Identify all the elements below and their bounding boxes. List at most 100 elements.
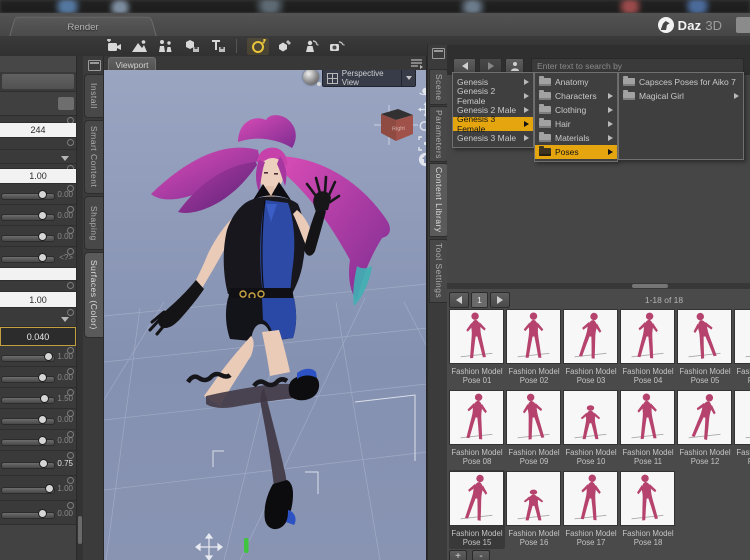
zoom-in-button[interactable]: + — [449, 550, 467, 560]
save-support-asset-icon[interactable] — [206, 38, 228, 55]
zoom-out-button[interactable]: - — [472, 550, 490, 560]
param-slider[interactable]: 1.50 — [0, 388, 76, 409]
viewport-tab[interactable]: Viewport — [108, 57, 156, 71]
param-value-field[interactable]: 1.00 — [0, 292, 76, 308]
prev-page-button[interactable] — [449, 292, 469, 308]
add-figures-icon[interactable] — [154, 38, 176, 55]
pose-item[interactable]: Fashion ModelPose 05 — [677, 308, 733, 387]
slider-handle[interactable] — [45, 484, 54, 493]
param-value-field[interactable]: 1.00 — [0, 169, 76, 184]
slider-handle[interactable] — [38, 253, 47, 262]
slider-handle[interactable] — [38, 415, 47, 424]
param-slider[interactable]: <?> — [0, 247, 76, 268]
panel-button-band[interactable] — [0, 72, 76, 92]
param-slider[interactable]: 0.00 — [0, 226, 76, 247]
pose-item[interactable]: Fashion ModelPose 11 — [620, 389, 676, 468]
tab-scene[interactable]: Scene — [429, 69, 449, 105]
save-asset-icon[interactable] — [180, 38, 202, 55]
param-slider[interactable]: 0.00 — [0, 430, 76, 451]
tab-surfaces-color[interactable]: Surfaces (Color) — [84, 252, 104, 338]
slider-handle[interactable] — [39, 459, 48, 468]
slider-handle[interactable] — [38, 190, 47, 199]
view-selector-dropdown[interactable] — [401, 70, 415, 86]
param-slider[interactable]: 1.00 — [0, 476, 76, 501]
active-pose-tool-icon[interactable] — [247, 38, 269, 55]
menu-item[interactable]: Anatomy — [535, 75, 617, 89]
slider-handle[interactable] — [38, 509, 47, 518]
slider-handle[interactable] — [38, 211, 47, 220]
tab-content-library[interactable]: Content Library — [429, 163, 449, 237]
pose-item[interactable]: Fashion ModelPose 13 — [734, 389, 750, 468]
pose-item[interactable]: Fashion ModelPose 01 — [449, 308, 505, 387]
scrollbar-handle[interactable] — [78, 516, 82, 544]
next-page-button[interactable] — [490, 292, 510, 308]
pose-item[interactable]: Fashion ModelPose 04 — [620, 308, 676, 387]
menu-item[interactable]: Characters — [535, 89, 617, 103]
view-cube[interactable]: Right — [374, 103, 418, 147]
param-slider[interactable]: 0.00 — [0, 501, 76, 525]
character-transfer-icon[interactable] — [299, 38, 321, 55]
pose-item[interactable]: Fashion ModelPose 10 — [563, 389, 619, 468]
param-slider[interactable]: 0.00 — [0, 367, 76, 388]
menu-item[interactable]: Genesis 2 Female — [453, 89, 533, 103]
new-scene-camera-icon[interactable] — [102, 38, 124, 55]
slider-handle[interactable] — [38, 436, 47, 445]
param-slider[interactable]: 0.00 — [0, 409, 76, 430]
tab-smart-content[interactable]: Smart Content — [84, 120, 104, 194]
menu-item[interactable]: Clothing — [535, 103, 617, 117]
character-render[interactable] — [150, 115, 390, 529]
menu-item[interactable]: Hair — [535, 117, 617, 131]
param-value-field[interactable]: 244 — [0, 123, 76, 138]
param-dropdown[interactable] — [0, 150, 76, 164]
pose-item[interactable]: Fashion ModelPose 12 — [677, 389, 733, 468]
pose-item[interactable]: Fashion ModelPose 02 — [506, 308, 562, 387]
left-panel-scrollbar[interactable] — [76, 56, 83, 560]
pose-item-selected[interactable]: Fashion ModelPose 15 — [449, 470, 505, 549]
pane-menu-icon[interactable] — [410, 58, 423, 69]
slider-handle[interactable] — [38, 232, 47, 241]
tab-install[interactable]: Install — [84, 74, 104, 118]
pose-item[interactable]: Fashion ModelPose 16 — [506, 470, 562, 549]
menu-item[interactable]: Capsces Poses for Aiko 7 — [619, 75, 743, 89]
param-slider[interactable]: 1.00 — [0, 346, 76, 367]
slider-handle[interactable] — [38, 373, 47, 382]
param-slider[interactable]: 0.00 — [0, 184, 76, 205]
param-value-field[interactable] — [0, 268, 76, 281]
pose-item[interactable]: Fashion ModelPose 18 — [620, 470, 676, 549]
menu-item[interactable]: Magical Girl — [619, 89, 743, 103]
render-image-icon[interactable] — [128, 38, 150, 55]
param-options-icon[interactable] — [67, 282, 74, 289]
camera-capture-icon[interactable] — [325, 38, 347, 55]
dock-panel-icon[interactable] — [432, 48, 445, 59]
menu-item[interactable]: Genesis 3 Male — [453, 131, 533, 145]
menu-item[interactable]: Materials — [535, 131, 617, 145]
slider-handle[interactable] — [40, 394, 49, 403]
tab-shaping[interactable]: Shaping — [84, 196, 104, 250]
param-options-icon[interactable] — [67, 139, 74, 146]
menu-item-selected[interactable]: Poses — [535, 145, 617, 159]
slider-handle[interactable] — [44, 352, 53, 361]
page-number-field[interactable]: 1 — [471, 292, 488, 308]
pose-item[interactable]: Fashion ModelPose 17 — [563, 470, 619, 549]
shader-apply-icon[interactable] — [273, 38, 295, 55]
tab-parameters[interactable]: Parameters — [429, 106, 449, 162]
param-options-icon[interactable] — [67, 477, 74, 484]
param-slider[interactable]: 0.00 — [0, 205, 76, 226]
dock-panel-icon[interactable] — [88, 60, 101, 71]
param-slider[interactable]: 0.75 — [0, 451, 76, 476]
tab-tool-settings[interactable]: Tool Settings — [429, 239, 449, 303]
param-highlighted-field[interactable]: 0.040 — [0, 327, 76, 346]
view-selector[interactable]: Perspective View — [322, 70, 416, 87]
pose-item[interactable]: Fashion ModelPose 06 — [734, 308, 750, 387]
pose-item[interactable]: Fashion ModelPose 09 — [506, 389, 562, 468]
results-horizontal-scrollbar[interactable] — [447, 283, 750, 289]
viewport-3d[interactable]: Right Perspective View — [104, 70, 427, 560]
draw-style-sphere-icon[interactable] — [303, 70, 319, 85]
translate-gizmo-icon[interactable] — [196, 534, 222, 560]
param-options-icon[interactable] — [67, 502, 74, 509]
param-options-icon[interactable] — [67, 452, 74, 459]
pose-item[interactable]: Fashion ModelPose 08 — [449, 389, 505, 468]
render-tab[interactable]: Render — [9, 17, 157, 37]
param-dropdown[interactable] — [0, 308, 76, 327]
scrollbar-handle[interactable] — [632, 284, 668, 288]
